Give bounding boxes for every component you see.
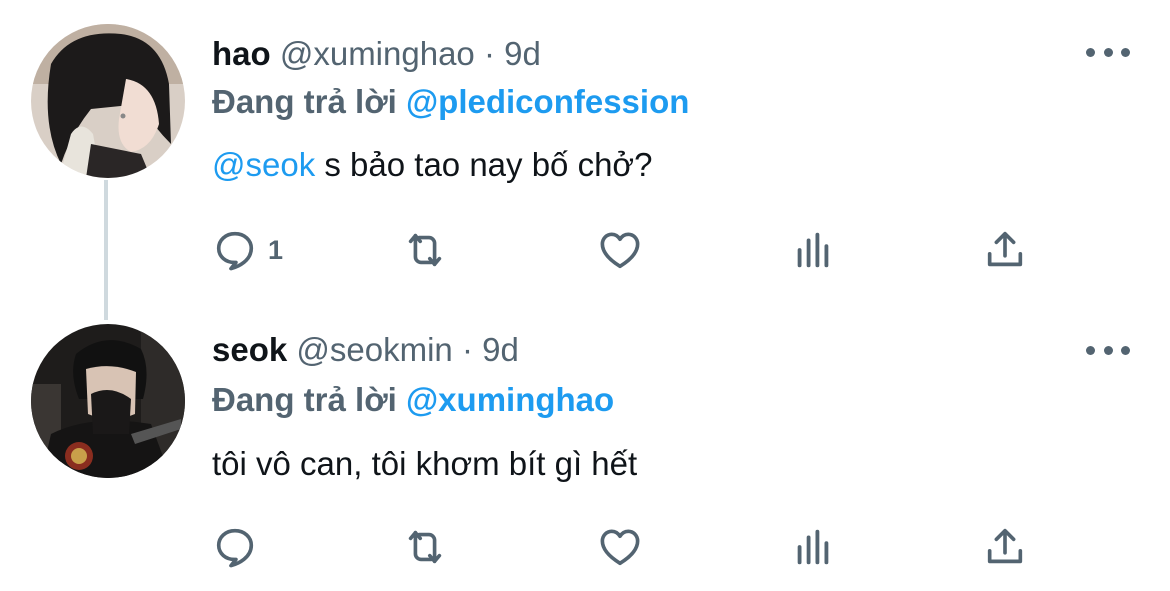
analytics-button[interactable] [790, 522, 836, 572]
share-button[interactable] [982, 522, 1028, 572]
reply-button[interactable] [212, 522, 268, 572]
analytics-button[interactable] [790, 225, 836, 275]
share-icon [987, 528, 1023, 564]
separator-dot: · [461, 331, 473, 368]
more-icon[interactable] [1086, 40, 1130, 64]
text-body: s bảo tao nay bố chở? [315, 146, 653, 183]
user-handle[interactable]: @xuminghao [280, 35, 475, 72]
share-icon [987, 231, 1023, 267]
action-bar: 1 [212, 225, 1042, 275]
tweet[interactable]: hao @xuminghao · 9d Đang trả lời @pledic… [0, 0, 1170, 300]
tweet-text: tôi vô can, tôi khơm bít gì hết [212, 444, 637, 484]
timestamp[interactable]: 9d [482, 331, 519, 368]
display-name[interactable]: hao [212, 35, 271, 72]
replying-to-mention[interactable]: @xuminghao [406, 381, 614, 418]
like-icon [600, 232, 640, 269]
retweet-icon [408, 530, 442, 564]
reply-icon [216, 231, 254, 271]
text-body: tôi vô can, tôi khơm bít gì hết [212, 445, 638, 482]
like-icon [600, 529, 640, 566]
share-button[interactable] [982, 225, 1028, 275]
replying-to: Đang trả lời @xuminghao [212, 380, 614, 420]
display-name[interactable]: seok [212, 331, 287, 368]
separator-dot: · [483, 35, 495, 72]
replying-to-mention[interactable]: @plediconfession [406, 83, 689, 120]
retweet-icon [408, 233, 442, 267]
timestamp[interactable]: 9d [504, 35, 541, 72]
user-handle[interactable]: @seokmin [296, 331, 452, 368]
analytics-icon [797, 232, 829, 268]
retweet-button[interactable] [402, 225, 448, 275]
reply-button[interactable]: 1 [212, 225, 283, 275]
tweet[interactable]: seok @seokmin · 9d Đang trả lời @xumingh… [0, 300, 1170, 591]
action-bar [212, 522, 1042, 572]
like-button[interactable] [597, 225, 643, 275]
tweet-text: @seok s bảo tao nay bố chở? [212, 145, 652, 185]
analytics-icon [797, 529, 829, 565]
reply-count: 1 [268, 234, 284, 265]
more-icon[interactable] [1086, 338, 1130, 362]
replying-prefix: Đang trả lời [212, 381, 406, 418]
avatar[interactable] [31, 24, 185, 178]
like-button[interactable] [597, 522, 643, 572]
text-mention[interactable]: @seok [212, 146, 315, 183]
replying-prefix: Đang trả lời [212, 83, 406, 120]
tweet-header: hao @xuminghao · 9d [212, 34, 541, 74]
tweet-header: seok @seokmin · 9d [212, 330, 519, 370]
retweet-button[interactable] [402, 522, 448, 572]
replying-to: Đang trả lời @plediconfession [212, 82, 689, 122]
avatar[interactable] [31, 324, 185, 478]
reply-icon [216, 528, 254, 568]
